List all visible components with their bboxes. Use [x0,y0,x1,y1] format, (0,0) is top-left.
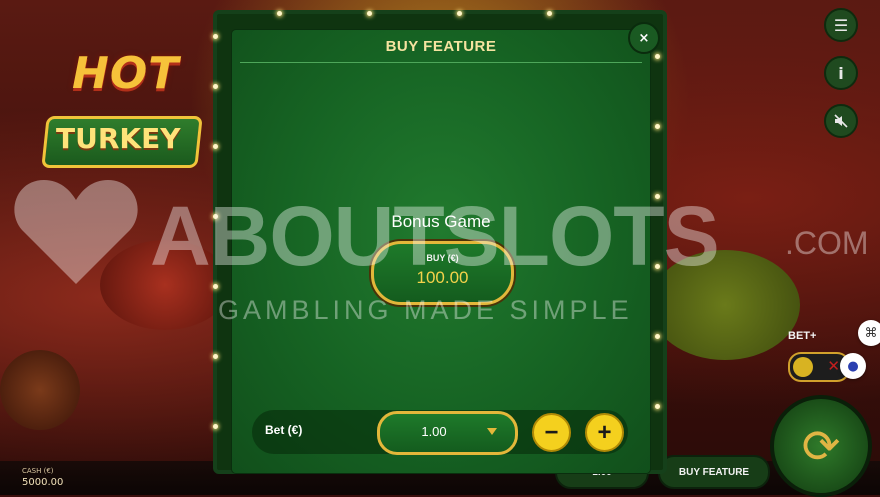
bet-dropdown[interactable]: 1.00 [377,411,518,455]
bet-value: 1.00 [421,424,447,439]
decrease-bet-button[interactable]: − [532,413,571,452]
info-button[interactable]: i [824,56,858,90]
pudding [0,350,80,430]
light-bulb [457,11,462,16]
spin-button[interactable]: ⟳ [770,395,872,497]
watermark-suffix: .COM [785,225,869,261]
light-bulb [655,404,660,409]
cash-label: CASH (€) [22,467,54,475]
light-bulb [655,54,660,59]
close-button[interactable]: × [628,22,660,54]
toggle-off-icon: ✕ [827,357,840,375]
light-bulb [367,11,372,16]
bet-plus-label: BET+ [788,330,817,342]
light-bulb [213,84,218,89]
widget-grid-icon[interactable]: ⌘ [858,320,880,346]
cash-value: 5000.00 [22,477,64,488]
menu-icon: ☰ [833,15,849,35]
plus-icon: + [597,418,612,446]
light-bulb [213,354,218,359]
watermark-heart-logo [14,180,138,284]
widget-face-icon[interactable]: ● [840,353,866,379]
toggle-knob [793,357,813,377]
chevron-down-icon [487,428,497,435]
light-bulb [213,424,218,429]
light-bulb [547,11,552,16]
modal-title: BUY FEATURE [385,38,497,55]
close-icon: × [638,30,650,46]
light-bulb [655,334,660,339]
minus-icon: − [544,418,559,446]
watermark-tagline: GAMBLING MADE SIMPLE [218,295,633,325]
logo-hot-text: HOT [72,48,180,99]
light-bulb [213,144,218,149]
bet-label: Bet (€) [265,423,303,437]
light-bulb [277,11,282,16]
sound-button[interactable] [824,104,858,138]
game-logo: HOT TURKEY [41,30,203,170]
watermark-brand: ABOUTSLOTS [150,189,720,283]
light-bulb [655,124,660,129]
info-icon: i [838,63,844,83]
increase-bet-button[interactable]: + [585,413,624,452]
logo-turkey-text: TURKEY [56,122,181,155]
bottom-buy-feature-button[interactable]: BUY FEATURE [658,455,770,489]
bottom-buy-feature-label: BUY FEATURE [678,466,750,478]
light-bulb [213,34,218,39]
sound-off-icon [834,114,848,128]
menu-button[interactable]: ☰ [824,8,858,42]
modal-divider [240,62,642,63]
spin-arrows-icon: ⟳ [801,419,841,473]
